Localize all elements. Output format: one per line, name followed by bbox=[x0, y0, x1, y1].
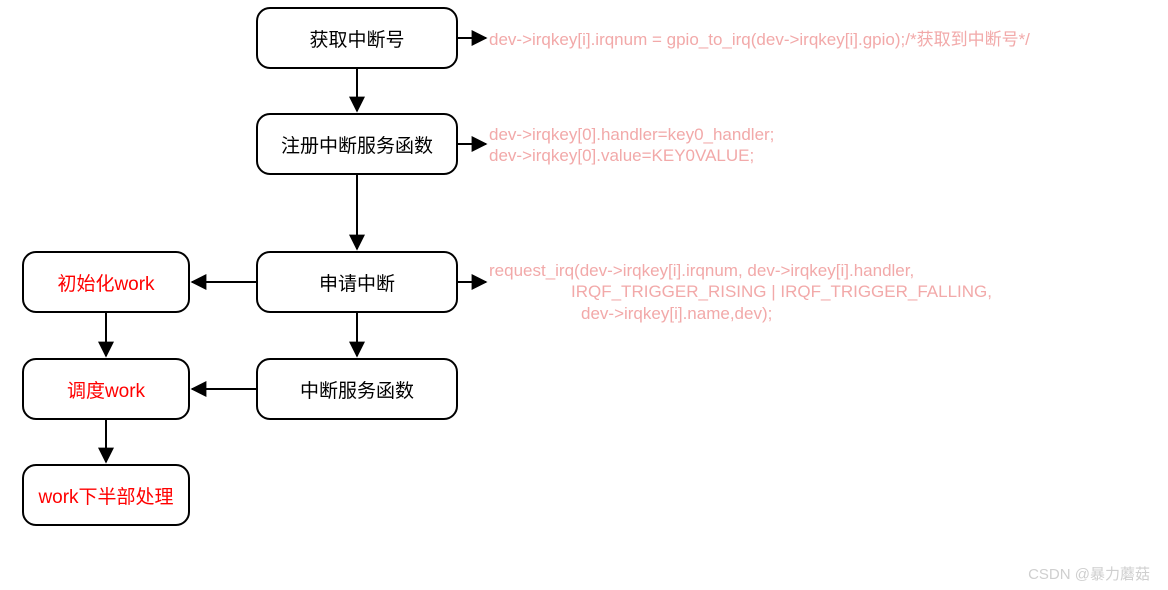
node-init-work: 初始化work bbox=[22, 251, 190, 313]
annot-2-line1: dev->irqkey[0].handler=key0_handler; bbox=[489, 124, 774, 145]
annot-3-line3: dev->irqkey[i].name,dev); bbox=[489, 303, 992, 324]
node-get-irq: 获取中断号 bbox=[256, 7, 458, 69]
annot-2-line2: dev->irqkey[0].value=KEY0VALUE; bbox=[489, 145, 774, 166]
annot-1: dev->irqkey[i].irqnum = gpio_to_irq(dev-… bbox=[489, 29, 1030, 50]
node-isr: 中断服务函数 bbox=[256, 358, 458, 420]
annot-2: dev->irqkey[0].handler=key0_handler; dev… bbox=[489, 124, 774, 167]
node-schedule-work: 调度work bbox=[22, 358, 190, 420]
annot-3-line2: IRQF_TRIGGER_RISING | IRQF_TRIGGER_FALLI… bbox=[489, 281, 992, 302]
annot-3: request_irq(dev->irqkey[i].irqnum, dev->… bbox=[489, 260, 992, 324]
node-work-bh: work下半部处理 bbox=[22, 464, 190, 526]
node-request-irq: 申请中断 bbox=[256, 251, 458, 313]
node-register-handler: 注册中断服务函数 bbox=[256, 113, 458, 175]
watermark: CSDN @暴力蘑菇 bbox=[1028, 563, 1150, 584]
annot-3-line1: request_irq(dev->irqkey[i].irqnum, dev->… bbox=[489, 260, 992, 281]
